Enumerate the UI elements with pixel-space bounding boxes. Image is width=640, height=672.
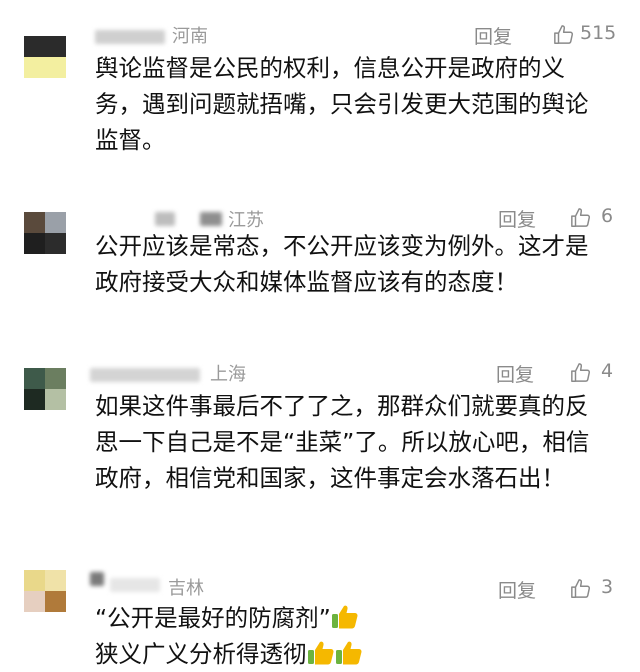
username-blurred	[200, 212, 222, 226]
thumbs-up-outline-icon[interactable]	[570, 578, 592, 600]
like-count: 6	[601, 205, 614, 227]
reply-button[interactable]: 回复	[498, 576, 536, 603]
avatar[interactable]	[24, 368, 66, 410]
thumbs-up-outline-icon[interactable]	[553, 24, 575, 46]
username-blurred	[90, 572, 104, 586]
comment-text: 如果这件事最后不了了之，那群众们就要真的反思一下自己是不是“韭菜”了。所以放心吧…	[95, 392, 590, 492]
comment-text-line: 狭义广义分析得透彻	[95, 640, 307, 668]
comment-text: 公开应该是常态，不公开应该变为例外。这才是政府接受大众和媒体监督应该有的态度！	[95, 232, 589, 296]
location-label: 河南	[172, 26, 208, 47]
thumbs-up-emoji-icon	[335, 641, 362, 665]
like-count: 515	[580, 22, 617, 44]
location-label: 吉林	[168, 578, 204, 599]
reply-button[interactable]: 回复	[474, 22, 512, 49]
username-blurred	[95, 30, 165, 44]
avatar[interactable]	[24, 212, 66, 254]
comment-text: 舆论监督是公民的权利，信息公开是政府的义务，遇到问题就捂嘴，只会引发更大范围的舆…	[95, 54, 589, 154]
comment-text-line: “公开是最好的防腐剂”	[95, 604, 331, 632]
location-label: 上海	[210, 364, 246, 385]
reply-button[interactable]: 回复	[496, 360, 534, 387]
like-count: 4	[601, 360, 614, 382]
thumbs-up-outline-icon[interactable]	[570, 207, 592, 229]
avatar[interactable]	[24, 570, 66, 612]
avatar[interactable]	[24, 36, 66, 78]
username-blurred	[155, 212, 175, 226]
thumbs-up-outline-icon[interactable]	[570, 362, 592, 384]
like-count: 3	[601, 576, 614, 598]
username-blurred	[90, 368, 200, 382]
thumbs-up-emoji-icon	[331, 605, 358, 629]
thumbs-up-emoji-icon	[307, 641, 334, 665]
username-blurred	[110, 578, 160, 592]
comment-text: “公开是最好的防腐剂” 狭义广义分析得透彻	[95, 600, 610, 672]
